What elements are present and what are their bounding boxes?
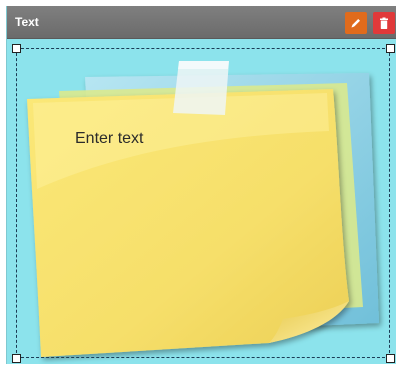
pencil-icon — [351, 19, 360, 28]
delete-button[interactable] — [373, 12, 395, 34]
note-text[interactable]: Enter text — [75, 130, 143, 148]
trash-icon — [380, 17, 388, 29]
resize-handle-top-left[interactable] — [12, 44, 21, 53]
edit-button[interactable] — [345, 12, 367, 34]
widget-titlebar[interactable]: Text — [7, 6, 396, 39]
widget-title: Text — [15, 15, 39, 29]
sticky-note-image — [27, 61, 379, 357]
resize-handle-bottom-left[interactable] — [12, 354, 21, 363]
resize-handle-top-right[interactable] — [386, 44, 395, 53]
resize-handle-bottom-right[interactable] — [386, 354, 395, 363]
note-canvas — [7, 39, 396, 364]
text-widget[interactable]: Text Enter text — [6, 6, 396, 364]
